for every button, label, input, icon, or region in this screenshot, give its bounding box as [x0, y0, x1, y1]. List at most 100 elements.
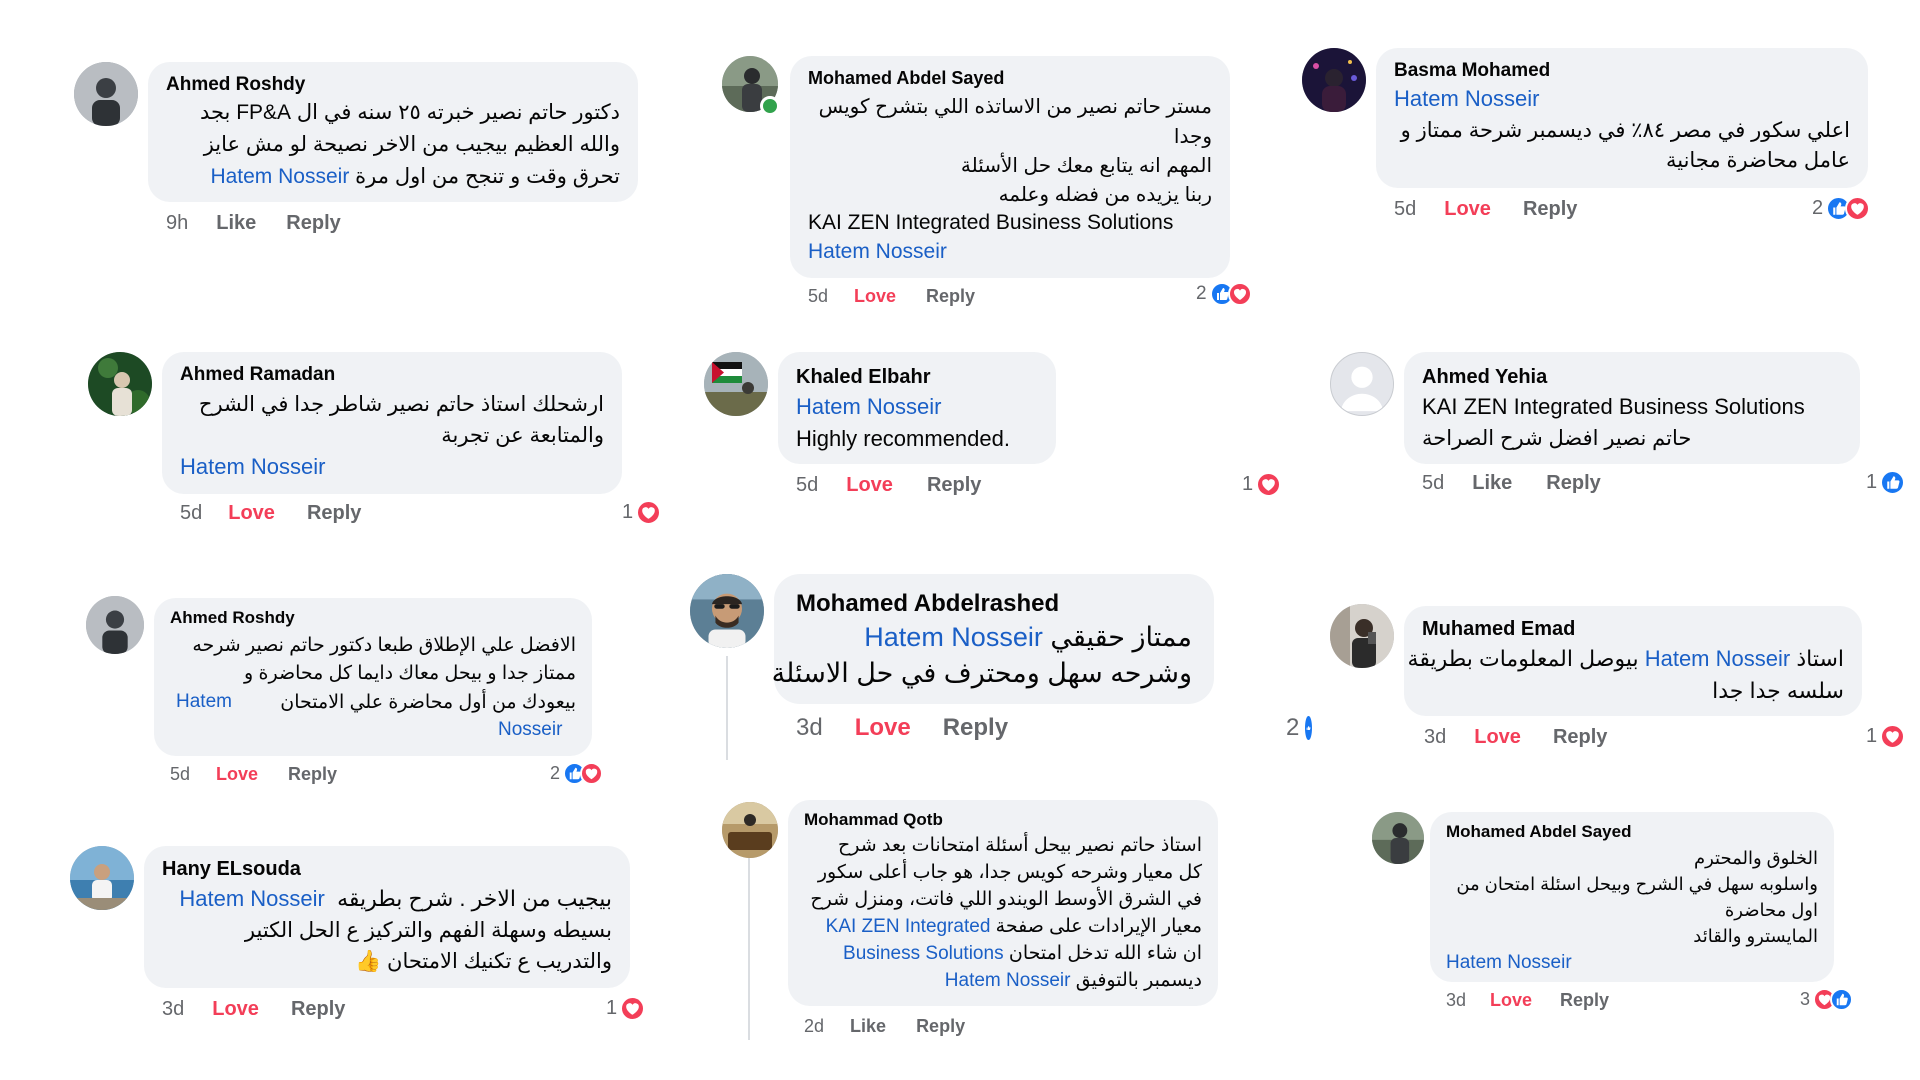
comment-text-line: KAI ZEN Integrated Business Solutions: [1422, 394, 1805, 419]
like-button[interactable]: Like: [1472, 472, 1512, 495]
reply-button[interactable]: Reply: [1546, 472, 1600, 495]
mention-link[interactable]: Hatem Nosseir: [864, 622, 1043, 652]
avatar[interactable]: [1330, 604, 1394, 668]
avatar[interactable]: [722, 802, 778, 858]
timestamp[interactable]: 9h: [166, 212, 188, 235]
reaction-summary[interactable]: 1: [1866, 724, 1906, 749]
avatar[interactable]: [1302, 48, 1366, 112]
avatar[interactable]: [1330, 352, 1394, 416]
comment-actions: 9h Like Reply: [166, 212, 341, 235]
mention-link[interactable]: Nosseir: [498, 719, 562, 741]
love-reaction-button[interactable]: Love: [846, 474, 893, 497]
timestamp[interactable]: 3d: [1446, 990, 1466, 1011]
reaction-summary[interactable]: 2: [550, 762, 604, 785]
mention-link[interactable]: Hatem Nosseir: [808, 240, 947, 264]
love-reaction-button[interactable]: Love: [1444, 198, 1491, 221]
commenter-name[interactable]: Ahmed Ramadan: [180, 364, 335, 386]
reply-button[interactable]: Reply: [927, 474, 981, 497]
reaction-summary[interactable]: 1: [606, 996, 646, 1021]
comment-actions: 2d Like Reply: [804, 1016, 965, 1037]
like-button[interactable]: Like: [216, 212, 256, 235]
comment-actions: 3d Love Reply: [162, 998, 345, 1021]
timestamp[interactable]: 5d: [180, 502, 202, 525]
reply-button[interactable]: Reply: [307, 502, 361, 525]
comment-actions: 5d Love Reply: [796, 474, 981, 497]
comment-text-line: ربنا يزيده من فضله وعلمه: [998, 184, 1212, 206]
reply-button[interactable]: Reply: [916, 1016, 965, 1037]
reaction-summary[interactable]: 1: [622, 500, 662, 525]
like-button[interactable]: Like: [850, 1016, 886, 1037]
reaction-summary[interactable]: 1: [1242, 472, 1282, 497]
reply-button[interactable]: Reply: [286, 212, 340, 235]
commenter-name[interactable]: Hany ELsouda: [162, 858, 301, 881]
love-reaction-button[interactable]: Love: [228, 502, 275, 525]
comment-text-line: دكتور حاتم نصير خبرته ٢٥ سنه في ال FP&A …: [199, 101, 620, 124]
mention-link[interactable]: Hatem Nosseir: [179, 886, 324, 911]
avatar-photo: [70, 846, 134, 910]
avatar-photo: [1302, 48, 1366, 112]
comment-text-line: استاذ حاتم نصير بيحل أسئلة امتحانات بعد …: [838, 835, 1202, 856]
avatar[interactable]: [704, 352, 768, 416]
reply-button[interactable]: Reply: [1553, 726, 1607, 749]
mention-link[interactable]: Business Solutions: [843, 943, 1004, 964]
reaction-summary[interactable]: 1: [1866, 470, 1906, 495]
reaction-summary[interactable]: 2: [1812, 196, 1871, 221]
love-reaction-button[interactable]: Love: [854, 286, 896, 307]
love-reaction-button[interactable]: Love: [212, 998, 259, 1021]
avatar[interactable]: [690, 574, 764, 648]
comment-bubble: Ahmed Roshdy الافضل علي الإطلاق طبعا دكت…: [154, 598, 592, 756]
timestamp[interactable]: 5d: [808, 286, 828, 307]
reaction-count: 3: [1800, 989, 1811, 1009]
avatar[interactable]: [74, 62, 138, 126]
timestamp[interactable]: 5d: [1394, 198, 1416, 221]
timestamp[interactable]: 3d: [1424, 726, 1446, 749]
mention-link[interactable]: Hatem Nosseir: [796, 394, 941, 420]
mention-link[interactable]: Hatem Nosseir: [1446, 952, 1572, 974]
commenter-name[interactable]: Muhamed Emad: [1422, 618, 1575, 641]
love-reaction-button[interactable]: Love: [1490, 990, 1532, 1011]
love-reaction-button[interactable]: Love: [1474, 726, 1521, 749]
reaction-summary[interactable]: 3: [1800, 988, 1854, 1011]
reply-button[interactable]: Reply: [291, 998, 345, 1021]
timestamp[interactable]: 3d: [796, 714, 823, 742]
comment-text-line: وجدا: [1173, 126, 1212, 148]
commenter-name[interactable]: Basma Mohamed: [1394, 60, 1550, 82]
avatar[interactable]: [86, 596, 144, 654]
commenter-name[interactable]: Mohamed Abdel Sayed: [808, 68, 1004, 89]
timestamp[interactable]: 5d: [1422, 472, 1444, 495]
timestamp[interactable]: 5d: [170, 764, 190, 785]
commenter-name[interactable]: Mohamed Abdel Sayed: [1446, 822, 1631, 842]
commenter-name[interactable]: Mohamed Abdelrashed: [796, 590, 1059, 618]
timestamp[interactable]: 3d: [162, 998, 184, 1021]
comment-text-line: مستر حاتم نصير من الاساتذه اللي بتشرح كو…: [818, 96, 1212, 118]
avatar[interactable]: [70, 846, 134, 910]
mention-link[interactable]: Hatem Nosseir: [1394, 86, 1539, 112]
avatar[interactable]: [88, 352, 152, 416]
reply-button[interactable]: Reply: [1560, 990, 1609, 1011]
reply-button[interactable]: Reply: [926, 286, 975, 307]
love-reaction-button[interactable]: Love: [216, 764, 258, 785]
timestamp[interactable]: 5d: [796, 474, 818, 497]
mention-link[interactable]: Hatem Nosseir: [210, 165, 349, 188]
mention-link[interactable]: Hatem Nosseir: [180, 454, 325, 480]
mention-link[interactable]: Hatem: [176, 691, 232, 713]
comment-text-line: الافضل علي الإطلاق طبعا دكتور حاتم نصير …: [192, 635, 576, 656]
reply-button[interactable]: Reply: [288, 764, 337, 785]
comment-bubble: Ahmed Yehia KAI ZEN Integrated Business …: [1404, 352, 1860, 464]
reaction-summary[interactable]: 2: [1286, 714, 1314, 742]
commenter-name[interactable]: Ahmed Roshdy: [170, 608, 295, 628]
timestamp[interactable]: 2d: [804, 1016, 824, 1037]
love-reaction-button[interactable]: Love: [855, 714, 911, 742]
comment-text-line: Hatem Nosseir بيجيب من الاخر . شرح بطريق…: [179, 886, 612, 912]
avatar[interactable]: [1372, 812, 1424, 864]
commenter-name[interactable]: Khaled Elbahr: [796, 366, 930, 389]
commenter-name[interactable]: Ahmed Yehia: [1422, 366, 1547, 389]
mention-link[interactable]: KAI ZEN Integrated: [826, 916, 991, 937]
reaction-summary[interactable]: 2: [1196, 282, 1252, 306]
commenter-name[interactable]: Mohammad Qotb: [804, 810, 943, 830]
mention-link[interactable]: Hatem Nosseir: [1645, 646, 1790, 671]
reply-button[interactable]: Reply: [1523, 198, 1577, 221]
commenter-name[interactable]: Ahmed Roshdy: [166, 74, 305, 96]
mention-link[interactable]: Hatem Nosseir: [945, 970, 1071, 991]
reply-button[interactable]: Reply: [943, 714, 1008, 742]
